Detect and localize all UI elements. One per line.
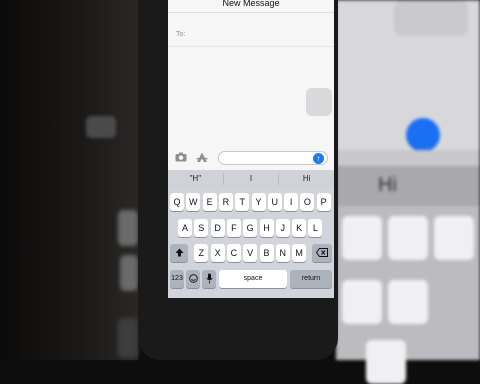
return-key[interactable]: return — [290, 270, 332, 288]
predictive-bar: "H" I Hi — [168, 170, 334, 188]
blurred-send-button — [406, 118, 440, 152]
page-title: New Message — [222, 0, 280, 8]
key[interactable]: T — [235, 193, 250, 211]
key[interactable]: R — [218, 193, 233, 211]
key[interactable]: Y — [251, 193, 266, 211]
key[interactable]: D — [210, 219, 225, 237]
emoji-key[interactable] — [186, 270, 200, 288]
nav-divider — [168, 12, 334, 13]
blurred-suggestions: Hi — [336, 166, 480, 206]
key[interactable]: O — [300, 193, 315, 211]
key[interactable]: U — [267, 193, 282, 211]
phone-screen: New Message To: ↑ "H" I Hi Q W E R T Y U — [168, 0, 334, 298]
blurred-compose-bar — [336, 150, 480, 166]
keyboard-row-2: A S D F G H J K L — [168, 219, 334, 239]
shift-icon[interactable] — [170, 244, 188, 262]
key[interactable]: F — [226, 219, 241, 237]
key[interactable]: M — [292, 244, 307, 262]
blurred-key — [366, 340, 406, 384]
to-divider — [168, 46, 334, 47]
microphone-icon[interactable] — [202, 270, 216, 288]
key[interactable]: P — [316, 193, 331, 211]
phone-bottom-bezel — [168, 298, 334, 332]
compose-bar: ↑ — [168, 148, 334, 168]
numbers-key[interactable]: 123 — [170, 270, 184, 288]
keyboard-row-1: Q W E R T Y U I O P — [168, 193, 334, 213]
key[interactable]: H — [259, 219, 274, 237]
suggestion-item[interactable]: I — [224, 173, 280, 185]
key[interactable]: X — [210, 244, 225, 262]
key[interactable]: N — [275, 244, 290, 262]
blurred-box — [394, 0, 468, 36]
blurred-key — [342, 280, 382, 324]
blurred-key — [118, 210, 138, 246]
background-left-blur — [0, 0, 138, 360]
message-input[interactable]: ↑ — [218, 151, 328, 165]
blurred-key — [388, 216, 428, 260]
faded-overlay-box — [306, 88, 332, 116]
background-right-blur: Hi — [336, 0, 480, 384]
blurred-key — [388, 280, 428, 324]
keyboard: Q W E R T Y U I O P A S D F G H J K L Z — [168, 188, 334, 298]
delete-icon[interactable] — [312, 244, 332, 262]
key[interactable]: C — [226, 244, 241, 262]
key[interactable]: G — [243, 219, 258, 237]
blurred-key — [342, 216, 382, 260]
blurred-keyboard — [336, 206, 480, 384]
key[interactable]: A — [178, 219, 192, 237]
space-key[interactable]: space — [219, 270, 287, 288]
to-field[interactable]: To: — [176, 31, 185, 38]
blurred-key — [434, 216, 474, 260]
blurred-key — [120, 255, 138, 291]
up-arrow-icon: ↑ — [316, 154, 321, 163]
suggestion-item[interactable]: Hi — [279, 173, 334, 185]
key[interactable]: E — [202, 193, 217, 211]
keyboard-row-3: Z X C V B N M — [168, 244, 334, 264]
key[interactable]: B — [259, 244, 274, 262]
blurred-suggestion-text: Hi — [378, 174, 397, 196]
suggestion-item[interactable]: "H" — [168, 173, 224, 185]
key[interactable]: V — [243, 244, 258, 262]
app-store-icon[interactable] — [195, 152, 208, 163]
keyboard-row-4: 123 space return — [168, 270, 334, 290]
key[interactable]: W — [186, 193, 201, 211]
key[interactable]: Z — [194, 244, 209, 262]
key[interactable]: S — [194, 219, 209, 237]
key[interactable]: Q — [170, 193, 184, 211]
blurred-camera-icon — [86, 116, 116, 138]
key[interactable]: I — [284, 193, 299, 211]
key[interactable]: K — [292, 219, 307, 237]
key[interactable]: J — [275, 219, 290, 237]
camera-icon[interactable] — [174, 152, 187, 163]
key[interactable]: L — [308, 219, 323, 237]
send-button[interactable]: ↑ — [313, 153, 324, 164]
blurred-key — [118, 318, 138, 358]
